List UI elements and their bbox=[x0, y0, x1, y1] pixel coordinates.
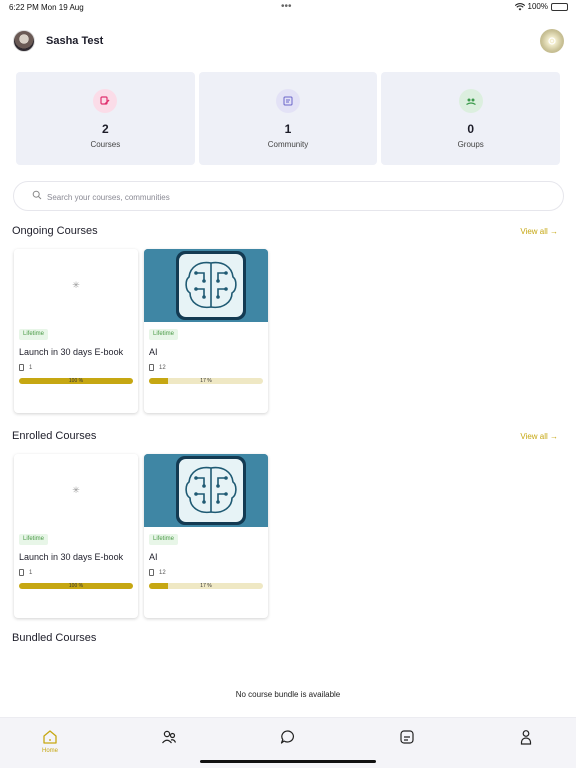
course-thumbnail-loading: ✳ bbox=[14, 454, 138, 527]
document-icon bbox=[19, 364, 24, 371]
lesson-count: 12 bbox=[149, 364, 166, 371]
course-card[interactable]: ✳ Lifetime Launch in 30 days E-book 1 10… bbox=[14, 249, 138, 413]
lesson-count-value: 1 bbox=[29, 364, 33, 371]
lesson-count-value: 1 bbox=[29, 569, 33, 576]
multitasking-dots-icon[interactable]: ••• bbox=[281, 1, 292, 12]
course-card[interactable]: ✳ Lifetime Launch in 30 days E-book 1 10… bbox=[14, 454, 138, 618]
stat-label-groups: Groups bbox=[457, 140, 484, 149]
course-title: AI bbox=[149, 552, 158, 562]
course-thumbnail-loading: ✳ bbox=[14, 249, 138, 322]
lesson-count-value: 12 bbox=[159, 569, 166, 576]
user-name: Sasha Test bbox=[46, 35, 104, 47]
stat-label-courses: Courses bbox=[90, 140, 121, 149]
stat-card-groups[interactable]: 0 Groups bbox=[381, 72, 561, 165]
stats-row: 2 Courses 1 Community 0 Groups bbox=[16, 72, 561, 165]
header: Sasha Test bbox=[0, 28, 576, 56]
ongoing-view-all-link[interactable]: View all → bbox=[520, 227, 558, 236]
stat-value-groups: 0 bbox=[467, 122, 475, 136]
profile-icon bbox=[520, 730, 532, 745]
lifetime-tag: Lifetime bbox=[149, 534, 179, 545]
ai-brain-thumbnail bbox=[144, 454, 268, 527]
stat-card-community[interactable]: 1 Community bbox=[198, 72, 378, 165]
battery-percent: 100% bbox=[527, 2, 548, 11]
chat-bubble-icon bbox=[280, 730, 294, 744]
courses-icon bbox=[93, 89, 118, 113]
groups-icon bbox=[458, 89, 483, 113]
lifetime-tag: Lifetime bbox=[19, 329, 49, 340]
empty-bundle-message: No course bundle is available bbox=[235, 690, 341, 699]
stat-value-courses: 2 bbox=[101, 122, 109, 136]
progress-label: 100 % bbox=[68, 583, 84, 589]
progress-label: 17 % bbox=[200, 378, 212, 384]
progress-label: 100 % bbox=[68, 378, 84, 384]
course-title: Launch in 30 days E-book bbox=[19, 552, 124, 562]
lifetime-tag: Lifetime bbox=[149, 329, 179, 340]
status-date: Mon 19 Aug bbox=[41, 3, 84, 12]
progress-bar: 17 % bbox=[149, 378, 263, 384]
tab-profile[interactable] bbox=[506, 728, 546, 762]
course-card[interactable]: Lifetime AI 12 17 % bbox=[144, 249, 268, 413]
stat-card-courses[interactable]: 2 Courses bbox=[16, 72, 195, 165]
enrolled-view-all-link[interactable]: View all → bbox=[520, 432, 558, 441]
wifi-icon bbox=[514, 2, 525, 10]
tab-chat[interactable] bbox=[268, 728, 308, 762]
lesson-count: 1 bbox=[19, 364, 32, 371]
loading-spinner-icon: ✳ bbox=[72, 280, 80, 290]
lesson-count: 1 bbox=[19, 569, 32, 576]
course-title: Launch in 30 days E-book bbox=[19, 347, 124, 357]
search-icon bbox=[32, 190, 42, 200]
tab-home[interactable]: Home bbox=[30, 728, 70, 762]
avatar[interactable] bbox=[13, 30, 35, 52]
community-icon bbox=[276, 89, 300, 113]
document-icon bbox=[149, 364, 154, 371]
stat-value-community: 1 bbox=[284, 122, 292, 136]
home-icon bbox=[43, 730, 57, 744]
tab-notes[interactable] bbox=[387, 728, 427, 762]
enrolled-courses-title: Enrolled Courses bbox=[12, 430, 97, 442]
document-icon bbox=[149, 569, 154, 576]
notes-icon bbox=[400, 730, 414, 744]
document-icon bbox=[19, 569, 24, 576]
lifetime-tag: Lifetime bbox=[19, 534, 49, 545]
search-bar[interactable] bbox=[13, 181, 564, 211]
tab-community[interactable] bbox=[149, 728, 189, 762]
course-title: AI bbox=[149, 347, 158, 357]
battery-icon bbox=[551, 2, 568, 11]
users-icon bbox=[162, 730, 177, 744]
lesson-count: 12 bbox=[149, 569, 166, 576]
progress-label: 17 % bbox=[200, 583, 212, 589]
ai-brain-thumbnail bbox=[144, 249, 268, 322]
loading-spinner-icon: ✳ bbox=[72, 485, 80, 495]
gear-icon bbox=[548, 37, 556, 45]
ongoing-courses-title: Ongoing Courses bbox=[12, 225, 98, 237]
course-card[interactable]: Lifetime AI 12 17 % bbox=[144, 454, 268, 618]
progress-bar: 100 % bbox=[19, 583, 133, 589]
home-indicator bbox=[200, 760, 376, 763]
settings-button[interactable] bbox=[540, 29, 564, 53]
stat-label-community: Community bbox=[267, 140, 309, 149]
progress-bar: 100 % bbox=[19, 378, 133, 384]
status-bar: 6:22 PM Mon 19 Aug ••• 100% bbox=[0, 0, 576, 14]
status-time: 6:22 PM bbox=[9, 3, 39, 12]
bundled-courses-title: Bundled Courses bbox=[12, 632, 97, 644]
progress-bar: 17 % bbox=[149, 583, 263, 589]
search-input[interactable] bbox=[47, 189, 527, 205]
tab-home-label: Home bbox=[41, 748, 58, 754]
lesson-count-value: 12 bbox=[159, 364, 166, 371]
